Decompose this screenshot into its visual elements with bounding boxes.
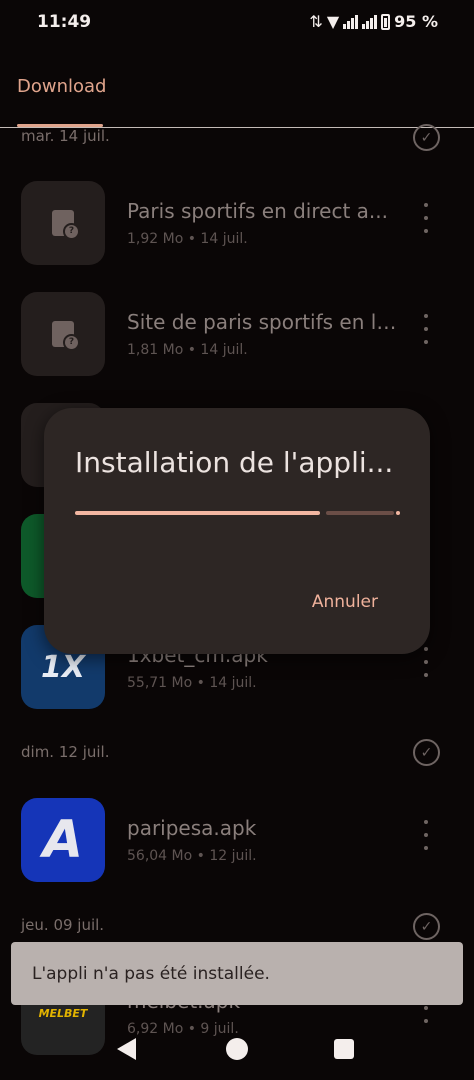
paripesa-app-icon: A <box>21 798 105 882</box>
progress-end-dot <box>396 511 400 515</box>
progress-fill <box>75 511 320 515</box>
item-meta: 1,81 Mo • 14 juil. <box>127 342 248 358</box>
item-meta: 1,92 Mo • 14 juil. <box>127 231 248 247</box>
status-bar: 11:49 ⇅ ▼ 95 % <box>0 0 474 46</box>
data-arrows-icon: ⇅ <box>309 12 323 31</box>
item-title: paripesa.apk <box>127 816 257 840</box>
cancel-button[interactable]: Annuler <box>312 592 378 612</box>
system-nav-bar <box>0 1020 474 1080</box>
item-meta: 55,71 Mo • 14 juil. <box>127 675 257 691</box>
check-circle-icon[interactable]: ✓ <box>413 913 440 940</box>
home-icon[interactable] <box>226 1038 248 1060</box>
dialog-title: Installation de l'appli... <box>75 446 394 479</box>
section-date: mar. 14 juil. <box>21 127 110 145</box>
item-title: Site de paris sportifs en li... <box>127 310 397 334</box>
battery-icon <box>381 13 391 30</box>
unknown-file-icon <box>21 181 105 265</box>
snackbar: L'appli n'a pas été installée. <box>11 942 463 1005</box>
item-meta: 56,04 Mo • 12 juil. <box>127 848 257 864</box>
list-item[interactable]: A paripesa.apk 56,04 Mo • 12 juil. <box>0 798 474 882</box>
section-date: jeu. 09 juil. <box>21 916 105 934</box>
battery-percent: 95 % <box>394 12 438 31</box>
more-vert-icon[interactable] <box>420 314 432 344</box>
list-item[interactable]: Paris sportifs en direct a... 1,92 Mo • … <box>0 181 474 265</box>
more-vert-icon[interactable] <box>420 647 432 677</box>
tab-download[interactable]: Download <box>17 76 106 97</box>
section-date: dim. 12 juil. <box>21 743 110 761</box>
signal-1-icon <box>343 14 359 29</box>
item-title: Paris sportifs en direct a... <box>127 199 388 223</box>
check-circle-icon[interactable]: ✓ <box>413 739 440 766</box>
check-circle-icon[interactable]: ✓ <box>413 124 440 151</box>
install-progress-bar <box>75 511 400 515</box>
list-item[interactable]: Site de paris sportifs en li... 1,81 Mo … <box>0 292 474 376</box>
more-vert-icon[interactable] <box>420 203 432 233</box>
wifi-icon: ▼ <box>326 12 340 31</box>
more-vert-icon[interactable] <box>420 820 432 850</box>
unknown-file-icon <box>21 292 105 376</box>
snackbar-text: L'appli n'a pas été installée. <box>32 964 270 984</box>
install-dialog: Installation de l'appli... Annuler <box>44 408 430 654</box>
screen: 11:49 ⇅ ▼ 95 % Download mar. 14 juil. ✓ … <box>0 0 474 1080</box>
status-time: 11:49 <box>37 12 92 32</box>
recents-icon[interactable] <box>334 1039 354 1059</box>
status-icons: ⇅ ▼ 95 % <box>309 12 438 31</box>
top-app-bar: Download <box>0 60 474 128</box>
back-icon[interactable] <box>117 1038 136 1060</box>
signal-2-icon <box>362 14 378 29</box>
progress-remaining <box>326 511 394 515</box>
